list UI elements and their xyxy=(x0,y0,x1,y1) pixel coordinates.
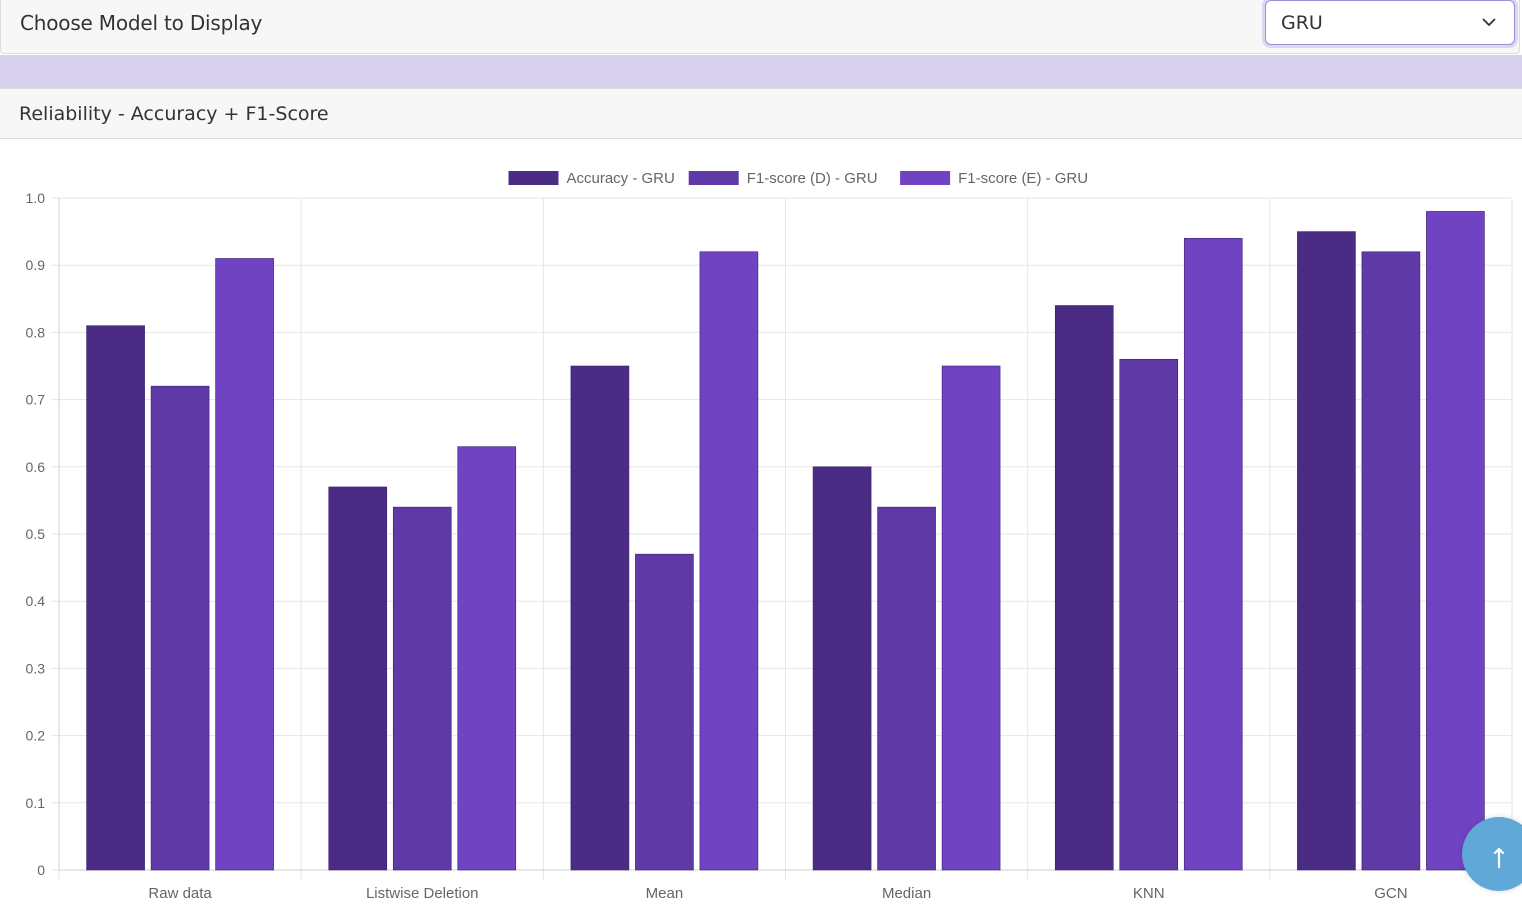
bar xyxy=(86,325,145,871)
bar xyxy=(1426,211,1485,871)
x-tick-label: Raw data xyxy=(148,885,212,902)
legend-swatch xyxy=(508,171,559,185)
x-tick-label: GCN xyxy=(1374,885,1407,902)
y-tick-label: 0.8 xyxy=(26,324,46,340)
bar xyxy=(812,466,872,871)
section-divider-band xyxy=(0,55,1522,88)
bar-chart: 0 0.1 0.2 0.3 0.4 0.5 0.6 0.7 0.8 0.9 1.0 Raw data L… xyxy=(26,170,1513,902)
bar xyxy=(392,506,452,871)
x-tick-label: Median xyxy=(882,885,931,902)
legend-swatch xyxy=(900,171,951,185)
bar xyxy=(941,365,1001,871)
bar xyxy=(215,258,274,871)
bar xyxy=(1183,238,1243,871)
legend-label: F1-score (E) - GRU xyxy=(958,170,1088,187)
bar xyxy=(699,251,759,871)
arrow-up-icon xyxy=(1493,847,1505,869)
y-tick-label: 0.9 xyxy=(26,257,46,273)
y-tick-label: 0.5 xyxy=(26,526,46,542)
y-tick-label: 0.3 xyxy=(26,660,46,676)
model-selector-label: Choose Model to Display xyxy=(20,11,263,35)
model-select[interactable]: GRU xyxy=(1265,0,1515,45)
x-tick-label: KNN xyxy=(1133,885,1165,902)
x-tick-label: Mean xyxy=(646,885,684,902)
y-tick-label: 0 xyxy=(37,862,45,878)
bar xyxy=(1119,358,1179,871)
model-select-value: GRU xyxy=(1281,12,1323,34)
y-tick-label: 0.4 xyxy=(26,593,46,609)
bar xyxy=(328,486,388,871)
legend-label: F1-score (D) - GRU xyxy=(747,170,878,187)
page: Choose Model to Display GRU Reliability … xyxy=(0,0,1522,905)
model-selector-card: Choose Model to Display GRU xyxy=(0,0,1520,54)
bar xyxy=(1361,251,1421,871)
bar xyxy=(1297,231,1356,871)
y-tick-label: 0.7 xyxy=(26,392,46,408)
bar xyxy=(457,446,517,871)
y-tick-label: 0.6 xyxy=(26,459,46,475)
bar xyxy=(570,365,630,871)
legend-label: Accuracy - GRU xyxy=(567,170,675,187)
legend-swatch xyxy=(688,171,739,185)
y-tick-label: 0.2 xyxy=(26,728,46,744)
bar xyxy=(635,553,694,871)
bar xyxy=(877,506,936,871)
y-tick-label: 1.0 xyxy=(26,190,46,206)
bar xyxy=(1054,305,1114,871)
chevron-down-icon xyxy=(1482,18,1496,26)
bar xyxy=(150,385,210,871)
x-tick-label: Listwise Deletion xyxy=(366,885,479,902)
y-tick-label: 0.1 xyxy=(26,795,46,811)
